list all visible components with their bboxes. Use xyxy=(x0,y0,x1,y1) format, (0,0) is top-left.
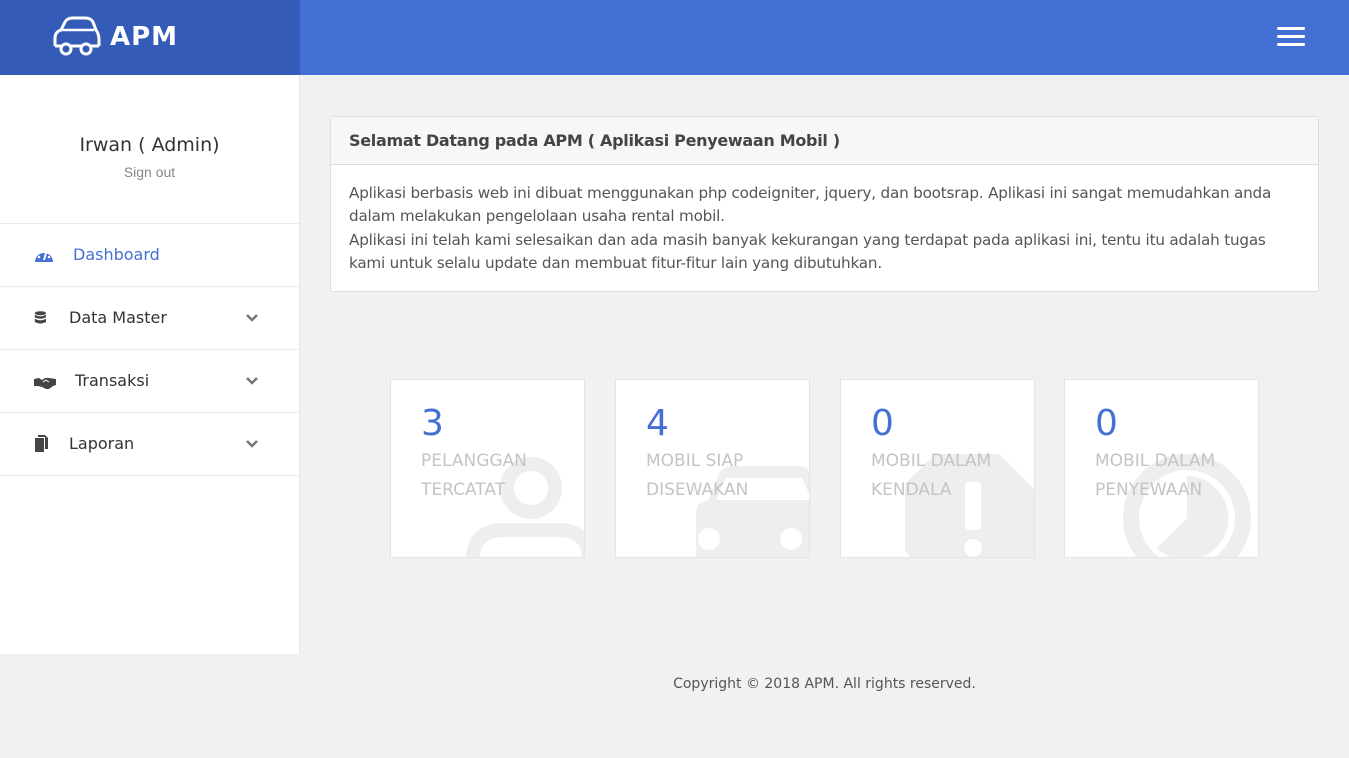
user-name: Irwan ( Admin) xyxy=(79,134,220,156)
stat-value: 3 xyxy=(421,403,444,444)
user-panel: Irwan ( Admin) Sign out xyxy=(0,75,299,224)
stat-card-mobil-penyewaan[interactable]: 0 MOBIL DALAM PENYEWAAN xyxy=(1064,379,1259,558)
stat-label: MOBIL SIAP DISEWAKAN xyxy=(646,451,749,500)
stat-value: 0 xyxy=(1095,403,1118,444)
stat-card-mobil-siap[interactable]: 4 MOBIL SIAP DISEWAKAN xyxy=(615,379,810,558)
stat-label: MOBIL DALAM PENYEWAAN xyxy=(1095,451,1216,500)
hamburger-menu-icon[interactable] xyxy=(1277,27,1305,49)
stat-label: PELANGGAN TERCATAT xyxy=(421,451,527,500)
top-navbar: APM xyxy=(0,0,1349,75)
sign-out-link[interactable]: Sign out xyxy=(0,164,299,180)
welcome-body: Aplikasi berbasis web ini dibuat menggun… xyxy=(331,165,1318,292)
welcome-panel: Selamat Datang pada APM ( Aplikasi Penye… xyxy=(330,116,1319,292)
car-outline-icon xyxy=(53,16,101,56)
stat-card-pelanggan[interactable]: 3 PELANGGAN TERCATAT xyxy=(390,379,585,558)
database-icon xyxy=(34,311,46,324)
sidebar-item-laporan[interactable]: Laporan xyxy=(0,413,299,476)
brand-logo[interactable]: APM xyxy=(0,0,300,75)
sidebar-item-dashboard[interactable]: Dashboard xyxy=(0,224,299,287)
files-icon xyxy=(35,435,48,452)
stat-value: 0 xyxy=(871,403,894,444)
sidebar-item-transaksi[interactable]: Transaksi xyxy=(0,350,299,413)
welcome-title: Selamat Datang pada APM ( Aplikasi Penye… xyxy=(331,117,1318,165)
stat-label: MOBIL DALAM KENDALA xyxy=(871,451,992,500)
sidebar: Irwan ( Admin) Sign out Dashboard Data M… xyxy=(0,75,300,654)
chevron-down-icon xyxy=(246,314,258,322)
sidebar-item-data-master[interactable]: Data Master xyxy=(0,287,299,350)
brand-name: APM xyxy=(110,22,179,52)
chevron-down-icon xyxy=(246,377,258,385)
chevron-down-icon xyxy=(246,440,258,448)
footer-copyright: Copyright © 2018 APM. All rights reserve… xyxy=(673,676,976,692)
welcome-paragraph: Aplikasi berbasis web ini dibuat menggun… xyxy=(349,184,1272,226)
sidebar-item-label: Laporan xyxy=(69,434,135,453)
welcome-paragraph: Aplikasi ini telah kami selesaikan dan a… xyxy=(349,230,1266,272)
sidebar-item-label: Dashboard xyxy=(73,245,160,264)
dashboard-gauge-icon xyxy=(35,250,53,262)
sidebar-item-label: Transaksi xyxy=(75,371,150,390)
sidebar-item-label: Data Master xyxy=(69,308,167,327)
stat-value: 4 xyxy=(646,403,669,444)
handshake-icon xyxy=(34,378,56,389)
stat-card-mobil-kendala[interactable]: 0 MOBIL DALAM KENDALA xyxy=(840,379,1035,558)
